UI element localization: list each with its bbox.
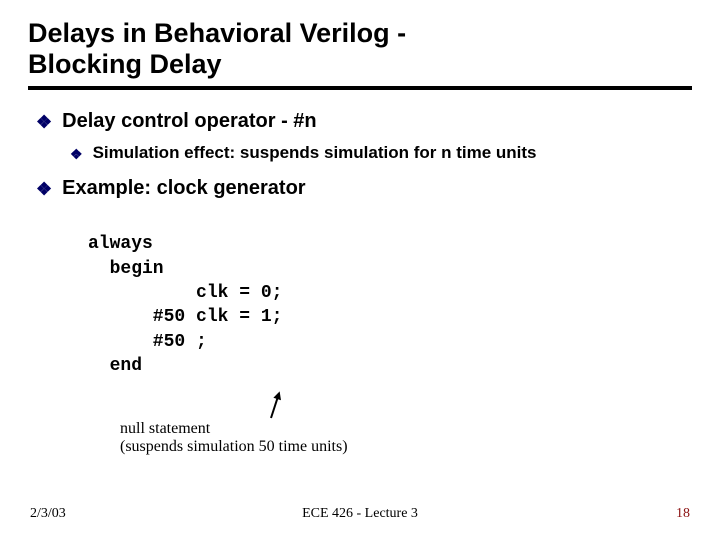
bullet-text: Example: clock generator — [62, 177, 305, 200]
slide-title: Delays in Behavioral Verilog - Blocking … — [28, 18, 692, 80]
footer-page-number: 18 — [676, 506, 690, 522]
slide-footer: 2/3/03 ECE 426 - Lecture 3 18 — [0, 506, 720, 522]
code-line: clk = 0; — [88, 283, 282, 303]
bullet-marker-icon: ❖ — [70, 147, 83, 161]
code-block: always begin clk = 0; #50 clk = 1; #50 ;… — [88, 208, 692, 402]
title-line-1: Delays in Behavioral Verilog - — [28, 18, 406, 48]
subbullet-simulation-effect: ❖ Simulation effect: suspends simulation… — [70, 143, 692, 163]
annotation-line: (suspends simulation 50 time units) — [120, 438, 348, 455]
code-line: #50 clk = 1; — [88, 307, 282, 327]
bullet-marker-icon: ❖ — [36, 113, 52, 131]
bullet-marker-icon: ❖ — [36, 180, 52, 198]
bullet-example: ❖ Example: clock generator — [36, 177, 692, 200]
bullet-text: Delay control operator - #n — [62, 110, 317, 133]
annotation-text: null statement (suspends simulation 50 t… — [120, 420, 348, 457]
code-line: end — [88, 356, 142, 376]
footer-date: 2/3/03 — [30, 506, 66, 522]
subbullet-text: Simulation effect: suspends simulation f… — [93, 143, 537, 163]
footer-lecture: ECE 426 - Lecture 3 — [302, 506, 418, 522]
title-rule — [28, 86, 692, 90]
bullet-delay-operator: ❖ Delay control operator - #n — [36, 110, 692, 133]
annotation-group: null statement (suspends simulation 50 t… — [120, 420, 348, 457]
title-line-2: Blocking Delay — [28, 49, 222, 79]
annotation-line: null statement — [120, 420, 210, 437]
code-line: #50 ; — [88, 332, 207, 352]
code-line: always — [88, 234, 153, 254]
code-line: begin — [88, 259, 164, 279]
